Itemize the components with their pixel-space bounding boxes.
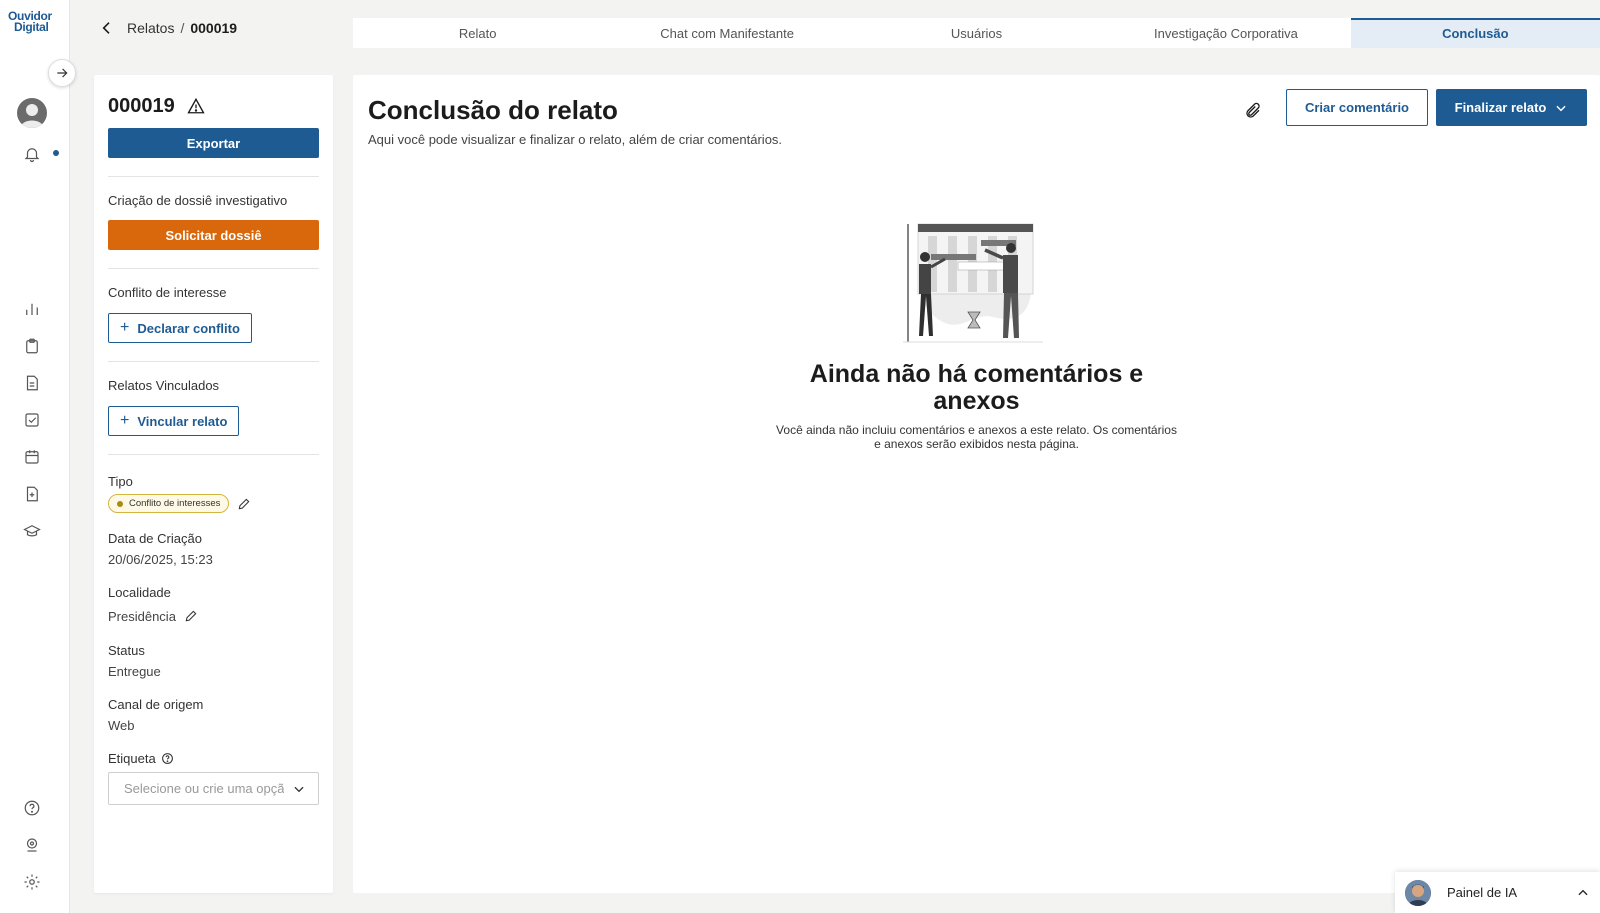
clipboard-icon[interactable] bbox=[20, 334, 44, 358]
dossie-label: Criação de dossiê investigativo bbox=[108, 193, 288, 208]
page-subtitle: Aqui você pode visualizar e finalizar o … bbox=[368, 132, 783, 147]
ai-panel-label: Painel de IA bbox=[1447, 885, 1518, 900]
edit-pencil-icon[interactable] bbox=[184, 608, 200, 624]
locality-label: Localidade bbox=[108, 585, 171, 600]
report-side-panel: 000019 Exportar Criação de dossiê invest… bbox=[94, 75, 333, 893]
conflict-label: Conflito de interesse bbox=[108, 285, 227, 300]
location-icon[interactable] bbox=[20, 833, 44, 857]
request-dossie-button[interactable]: Solicitar dossiê bbox=[108, 220, 319, 250]
breadcrumb-current: 000019 bbox=[190, 20, 238, 36]
chevron-down-icon bbox=[1554, 101, 1568, 115]
edit-pencil-icon[interactable] bbox=[237, 496, 253, 512]
warning-icon bbox=[187, 97, 205, 115]
empty-state-title: Ainda não há comentários e anexos bbox=[809, 360, 1144, 415]
checklist-icon[interactable] bbox=[20, 408, 44, 432]
status-label: Status bbox=[108, 643, 145, 658]
breadcrumb: Relatos / 000019 bbox=[95, 16, 237, 40]
creation-date-value: 20/06/2025, 15:23 bbox=[108, 552, 213, 567]
tag-select[interactable] bbox=[108, 772, 319, 805]
tag-label: Etiqueta bbox=[108, 751, 156, 766]
creation-date-label: Data de Criação bbox=[108, 531, 202, 546]
empty-state-illustration bbox=[903, 222, 1043, 347]
divider bbox=[108, 454, 319, 455]
origin-channel-value: Web bbox=[108, 718, 135, 733]
divider bbox=[108, 176, 319, 177]
empty-state-text: Você ainda não incluiu comentários e ane… bbox=[776, 423, 1177, 451]
declare-conflict-button[interactable]: + Declarar conflito bbox=[108, 313, 252, 343]
plus-icon: + bbox=[120, 412, 130, 429]
divider bbox=[108, 361, 319, 362]
arrow-right-icon[interactable] bbox=[48, 59, 76, 87]
divider bbox=[108, 268, 319, 269]
file-plus-icon[interactable] bbox=[20, 482, 44, 506]
create-comment-button[interactable]: Criar comentário bbox=[1286, 89, 1428, 126]
export-button[interactable]: Exportar bbox=[108, 128, 319, 158]
declare-conflict-label: Declarar conflito bbox=[137, 320, 240, 336]
calendar-icon[interactable] bbox=[20, 445, 44, 469]
chevron-down-icon bbox=[292, 781, 308, 797]
notification-dot bbox=[53, 150, 59, 156]
plus-icon: + bbox=[120, 319, 130, 336]
tag-select-input[interactable] bbox=[124, 781, 284, 796]
breadcrumb-separator: / bbox=[180, 20, 185, 36]
link-report-button[interactable]: + Vincular relato bbox=[108, 406, 240, 436]
ai-panel-toggle[interactable]: Painel de IA bbox=[1395, 872, 1600, 913]
document-icon[interactable] bbox=[20, 371, 44, 395]
status-value: Entregue bbox=[108, 664, 161, 679]
bell-icon[interactable] bbox=[20, 142, 44, 166]
logo-line-2: Digital bbox=[14, 20, 49, 34]
ai-assistant-avatar bbox=[1405, 879, 1431, 906]
tipo-label: Tipo bbox=[108, 474, 133, 489]
origin-channel-label: Canal de origem bbox=[108, 697, 204, 712]
finalize-report-label: Finalizar relato bbox=[1454, 100, 1547, 115]
page-title: Conclusão do relato bbox=[368, 95, 618, 125]
logo[interactable]: Ouvidor Digital bbox=[8, 10, 60, 34]
chevron-up-icon bbox=[1576, 886, 1590, 900]
graduation-cap-icon[interactable] bbox=[20, 519, 44, 543]
tab-bar: Relato Chat com Manifestante Usuários In… bbox=[353, 18, 1600, 48]
breadcrumb-parent[interactable]: Relatos bbox=[127, 20, 174, 36]
help-circle-icon[interactable] bbox=[20, 796, 44, 820]
linked-reports-label: Relatos Vinculados bbox=[108, 378, 220, 393]
tab-chat-manifestante[interactable]: Chat com Manifestante bbox=[602, 18, 851, 48]
link-report-label: Vincular relato bbox=[137, 413, 228, 429]
user-avatar-icon[interactable] bbox=[17, 98, 47, 128]
finalize-report-button[interactable]: Finalizar relato bbox=[1436, 89, 1587, 126]
back-arrow-icon[interactable] bbox=[95, 16, 119, 40]
bar-chart-icon[interactable] bbox=[20, 297, 44, 321]
tipo-value: Conflito de interesses bbox=[129, 498, 221, 509]
tab-conclusao[interactable]: Conclusão bbox=[1350, 18, 1600, 48]
tab-usuarios[interactable]: Usuários bbox=[852, 18, 1101, 48]
paperclip-icon[interactable] bbox=[1241, 99, 1265, 123]
settings-icon[interactable] bbox=[20, 870, 44, 894]
help-circle-icon[interactable] bbox=[161, 752, 174, 765]
conclusion-panel: Conclusão do relato Aqui você pode visua… bbox=[353, 75, 1600, 893]
nav-rail: Ouvidor Digital bbox=[0, 0, 70, 913]
tab-investigacao[interactable]: Investigação Corporativa bbox=[1101, 18, 1350, 48]
locality-value: Presidência bbox=[108, 608, 176, 624]
tag-dot bbox=[117, 500, 123, 507]
tab-relato[interactable]: Relato bbox=[353, 18, 602, 48]
tipo-badge: Conflito de interesses bbox=[108, 494, 230, 513]
report-id: 000019 bbox=[108, 94, 175, 117]
